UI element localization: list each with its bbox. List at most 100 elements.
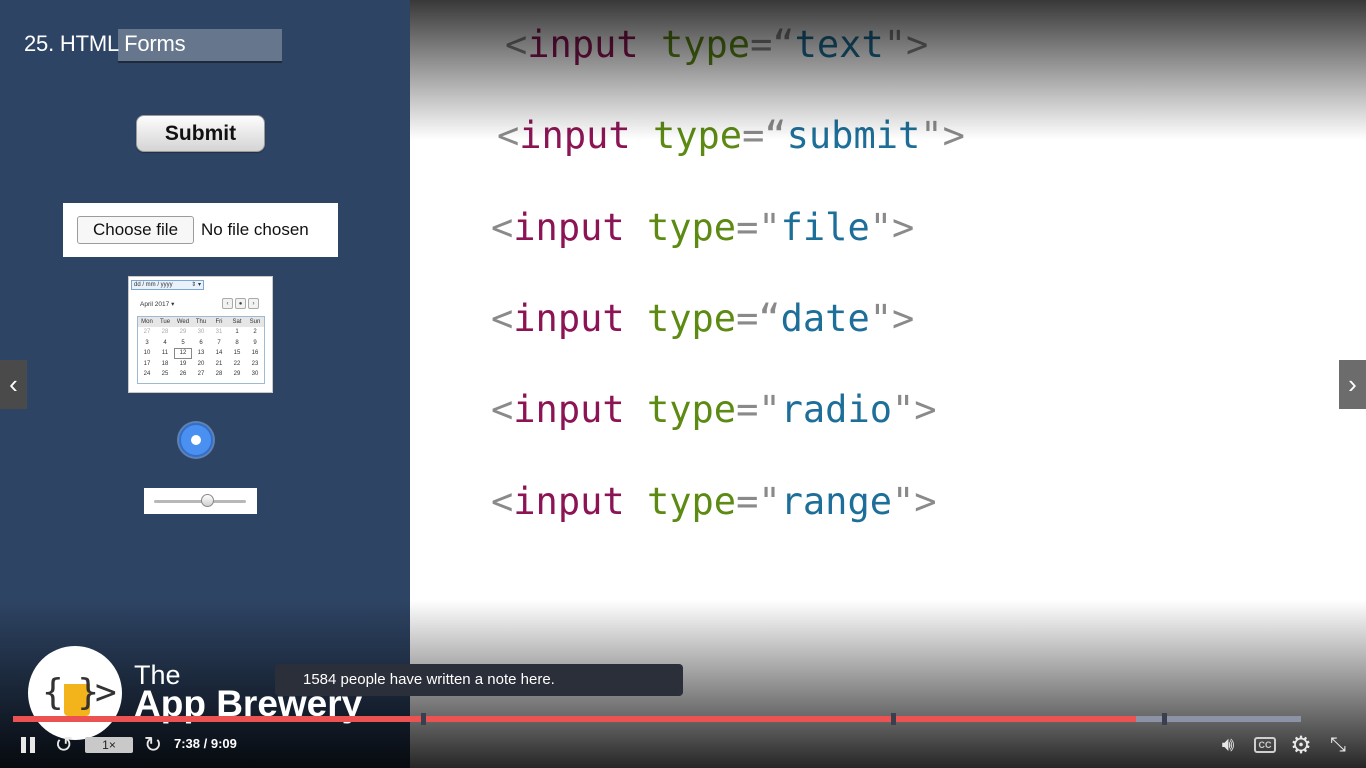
code-quote: “ <box>758 297 781 340</box>
calendar-day: 9 <box>253 339 257 346</box>
progress-fill <box>13 716 1137 722</box>
code-bracket: > <box>914 388 937 431</box>
code-line: <input type="range"> <box>491 480 937 523</box>
radio-dot <box>191 435 201 445</box>
code-quote: " <box>920 114 943 157</box>
calendar-day: 12 <box>174 348 192 359</box>
code-bracket: < <box>491 388 514 431</box>
code-line: <input type=“submit"> <box>497 114 965 157</box>
code-bracket: > <box>906 23 929 66</box>
code-tag: input <box>513 206 625 249</box>
chapter-marker[interactable] <box>1162 713 1168 725</box>
volume-button[interactable]: 🔊︎ <box>1214 733 1242 757</box>
captions-button[interactable]: CC <box>1254 737 1276 753</box>
chapter-marker[interactable] <box>420 713 426 725</box>
code-attr: type <box>646 206 737 249</box>
video-player[interactable]: 25. HTML Forms Submit Choose file No fil… <box>0 0 1366 768</box>
code-value: range <box>780 480 893 523</box>
chapter-marker[interactable] <box>890 713 896 725</box>
calendar-day: 23 <box>251 360 259 367</box>
lecture-title: 25. HTML Forms <box>24 31 186 56</box>
calendar-day: 28 <box>161 329 169 335</box>
calendar-day: 22 <box>233 360 241 367</box>
time-readout: 7:38 / 9:09 <box>174 736 237 751</box>
fullscreen-button[interactable]: ⤡ <box>1324 732 1352 758</box>
weekday-label: Thu <box>195 319 207 325</box>
code-value: submit <box>786 114 921 157</box>
next-lecture-button[interactable]: › <box>1339 360 1366 409</box>
range-track <box>154 500 246 503</box>
calendar-prev-icon: ‹ <box>222 298 233 309</box>
logo-braces-icon: { }> <box>42 672 117 713</box>
chevron-left-icon: ‹ <box>9 369 18 399</box>
code-bracket: < <box>491 297 514 340</box>
code-bracket: > <box>892 206 915 249</box>
demo-submit-button: Submit <box>136 115 265 152</box>
code-line: <input type=“text"> <box>505 23 928 66</box>
calendar-day: 10 <box>143 350 151 356</box>
player-controls: ↺ 1× ↻ 7:38 / 9:09 🔊︎ CC ⚙ ⤡ <box>0 728 1366 764</box>
code-tag: input <box>513 480 625 523</box>
code-attr: type <box>652 114 743 157</box>
code-equals: = <box>736 480 759 523</box>
pause-button[interactable] <box>18 734 38 756</box>
code-quote: " <box>758 388 781 431</box>
calendar-day: 27 <box>143 329 151 335</box>
file-status-text: No file chosen <box>201 220 309 239</box>
calendar-day: 15 <box>233 350 241 356</box>
calendar-week-row: 10 11 12 13 14 15 16 <box>138 348 264 359</box>
chevron-right-icon: › <box>1348 369 1357 399</box>
code-bracket: < <box>491 206 514 249</box>
calendar-day: 24 <box>143 371 151 377</box>
calendar-day: 21 <box>215 360 223 367</box>
calendar-week-row: 27 28 29 30 31 1 2 <box>138 327 264 338</box>
code-bracket: < <box>505 23 528 66</box>
rewind-button[interactable]: ↺ <box>52 732 76 757</box>
previous-lecture-button[interactable]: ‹ <box>0 360 27 409</box>
code-tag: input <box>527 23 639 66</box>
calendar-day: 28 <box>215 371 223 377</box>
code-value: date <box>780 297 870 340</box>
code-quote: " <box>883 23 907 66</box>
code-equals: = <box>736 388 759 431</box>
code-quote: " <box>758 206 781 249</box>
code-value: radio <box>780 388 893 431</box>
calendar-day: 6 <box>199 339 203 346</box>
calendar-week-row: 24 25 26 27 28 29 30 <box>138 369 264 380</box>
forward-button[interactable]: ↻ <box>141 732 165 757</box>
calendar-today-icon: ● <box>235 298 246 309</box>
code-value: text <box>794 23 884 66</box>
calendar-grid: Mon Tue Wed Thu Fri Sat Sun 27 28 29 30 31 1 2 3 4 5 6 7 8… <box>137 316 265 384</box>
code-quote: " <box>869 206 893 249</box>
calendar-next-icon: › <box>248 298 259 309</box>
code-line: <input type="file"> <box>491 206 914 249</box>
progress-bar[interactable] <box>13 713 1301 725</box>
calendar-day: 14 <box>215 350 223 356</box>
weekday-label: Mon <box>141 319 153 325</box>
calendar-day: 13 <box>197 350 205 356</box>
playback-speed-button[interactable]: 1× <box>85 737 133 753</box>
volume-icon: 🔊︎ <box>1221 733 1235 756</box>
gear-icon: ⚙ <box>1290 731 1312 759</box>
exit-fullscreen-icon: ⤡ <box>1330 733 1346 756</box>
code-quote: “ <box>772 23 795 66</box>
rewind-icon: ↺ <box>54 732 74 757</box>
calendar-day: 25 <box>161 371 169 377</box>
calendar-day: 27 <box>197 371 205 377</box>
code-attr: type <box>646 297 737 340</box>
forward-icon: ↻ <box>143 732 163 757</box>
code-attr: type <box>646 388 737 431</box>
code-attr: type <box>660 23 751 66</box>
code-quote: " <box>758 480 781 523</box>
demo-radio-button <box>179 423 213 457</box>
date-dropdown-icon: ⇕ ▾ <box>191 282 201 288</box>
choose-file-button: Choose file <box>77 216 194 244</box>
settings-button[interactable]: ⚙ <box>1288 731 1314 759</box>
code-tag: input <box>519 114 631 157</box>
calendar-day: 16 <box>251 350 259 356</box>
code-bracket: < <box>497 114 520 157</box>
